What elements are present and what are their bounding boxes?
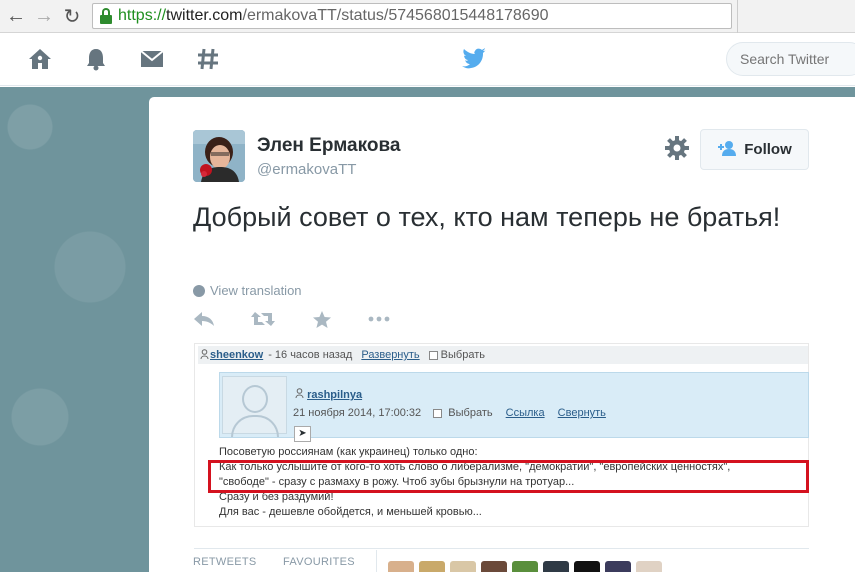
avatar[interactable]	[636, 561, 662, 572]
embedded-inner-user-icon	[295, 388, 307, 401]
author-name[interactable]: Элен Ермакова	[257, 135, 400, 157]
browser-toolbar: ← → ↻ https://twitter.com/ermakovaTT/sta…	[0, 0, 855, 33]
follow-button[interactable]: Follow	[700, 129, 809, 170]
avatar[interactable]	[388, 561, 414, 572]
retweets-label[interactable]: RETWEETS	[193, 556, 257, 568]
embedded-header-time: - 16 часов назад	[268, 349, 353, 361]
avatar[interactable]	[543, 561, 569, 572]
avatar[interactable]	[481, 561, 507, 572]
embedded-inner-user-row: rashpilnya	[295, 388, 362, 401]
tweet-actions	[193, 309, 425, 329]
stats-vertical-divider	[376, 550, 377, 572]
lock-icon	[99, 8, 113, 24]
embedded-post-header: sheenkow - 16 часов назад Развернуть Выб…	[198, 346, 808, 364]
search-input[interactable]	[726, 42, 855, 76]
embedded-inner-select: Выбрать	[448, 407, 493, 419]
discover-icon[interactable]	[195, 46, 221, 72]
embedded-inner-meta: 21 ноября 2014, 17:00:32 Выбрать Ссылка …	[293, 407, 606, 419]
address-bar[interactable]: https://twitter.com/ermakovaTT/status/57…	[92, 3, 732, 29]
url-path: /ermakovaTT/status/574568015448178690	[242, 7, 549, 24]
avatar[interactable]	[419, 561, 445, 572]
embedded-header-checkbox	[428, 350, 438, 360]
embedded-line: Для вас - дешевле обойдется, и меньшей к…	[219, 506, 482, 518]
embedded-header-select: Выбрать	[440, 349, 485, 361]
url-host: twitter.com	[166, 7, 243, 24]
twitter-top-bar	[0, 34, 855, 86]
embedded-inner-checkbox	[433, 408, 443, 418]
back-button[interactable]: ←	[2, 2, 30, 30]
favouriters-avatars	[388, 561, 667, 572]
follow-user-icon	[717, 140, 737, 160]
favourites-label[interactable]: FAVOURITES	[283, 556, 355, 568]
avatar[interactable]	[574, 561, 600, 572]
embedded-quoted-post: rashpilnya 21 ноября 2014, 17:00:32 Выбр…	[219, 372, 809, 442]
default-avatar-icon	[222, 376, 287, 437]
gear-icon[interactable]	[664, 135, 690, 161]
embedded-inner-date: 21 ноября 2014, 17:00:32	[293, 407, 422, 419]
view-translation-link[interactable]: View translation	[193, 283, 302, 298]
twitter-bird-icon[interactable]	[461, 47, 487, 74]
avatar[interactable]	[193, 130, 245, 182]
home-icon[interactable]	[27, 46, 53, 72]
favorite-icon[interactable]	[311, 309, 333, 329]
reload-button[interactable]: ↻	[58, 2, 86, 30]
follow-label: Follow	[744, 141, 792, 158]
embedded-line: Посоветую россиянам (как украинец) тольк…	[219, 446, 478, 458]
avatar[interactable]	[605, 561, 631, 572]
avatar[interactable]	[450, 561, 476, 572]
highlight-box	[208, 460, 809, 493]
embedded-header-expand: Развернуть	[361, 349, 420, 361]
stats-divider	[194, 548, 809, 549]
tweet-attached-image[interactable]: sheenkow - 16 часов назад Развернуть Выб…	[194, 343, 809, 527]
avatar[interactable]	[512, 561, 538, 572]
embedded-inner-collapse: Свернуть	[557, 407, 606, 419]
more-icon[interactable]	[368, 309, 390, 329]
reply-icon[interactable]	[193, 309, 215, 329]
tweet-text: Добрый совет о тех, кто нам теперь не бр…	[193, 202, 781, 232]
pin-icon: ➤	[294, 426, 311, 442]
embedded-inner-link: Ссылка	[505, 407, 545, 419]
toolbar-divider	[737, 0, 738, 33]
notifications-icon[interactable]	[83, 46, 109, 72]
retweet-icon[interactable]	[250, 309, 276, 329]
embedded-inner-user: rashpilnya	[307, 389, 363, 401]
forward-button[interactable]: →	[30, 2, 58, 30]
url-scheme: https://	[118, 7, 167, 24]
embedded-user-icon	[200, 348, 209, 362]
view-translation-label: View translation	[210, 283, 302, 298]
globe-icon	[193, 284, 205, 297]
tweet-card: Элен Ермакова @ermakovaTT Follow Добрый …	[149, 97, 855, 572]
embedded-header-user: sheenkow	[210, 349, 264, 361]
messages-icon[interactable]	[139, 46, 165, 72]
author-handle[interactable]: @ermakovaTT	[257, 161, 356, 178]
